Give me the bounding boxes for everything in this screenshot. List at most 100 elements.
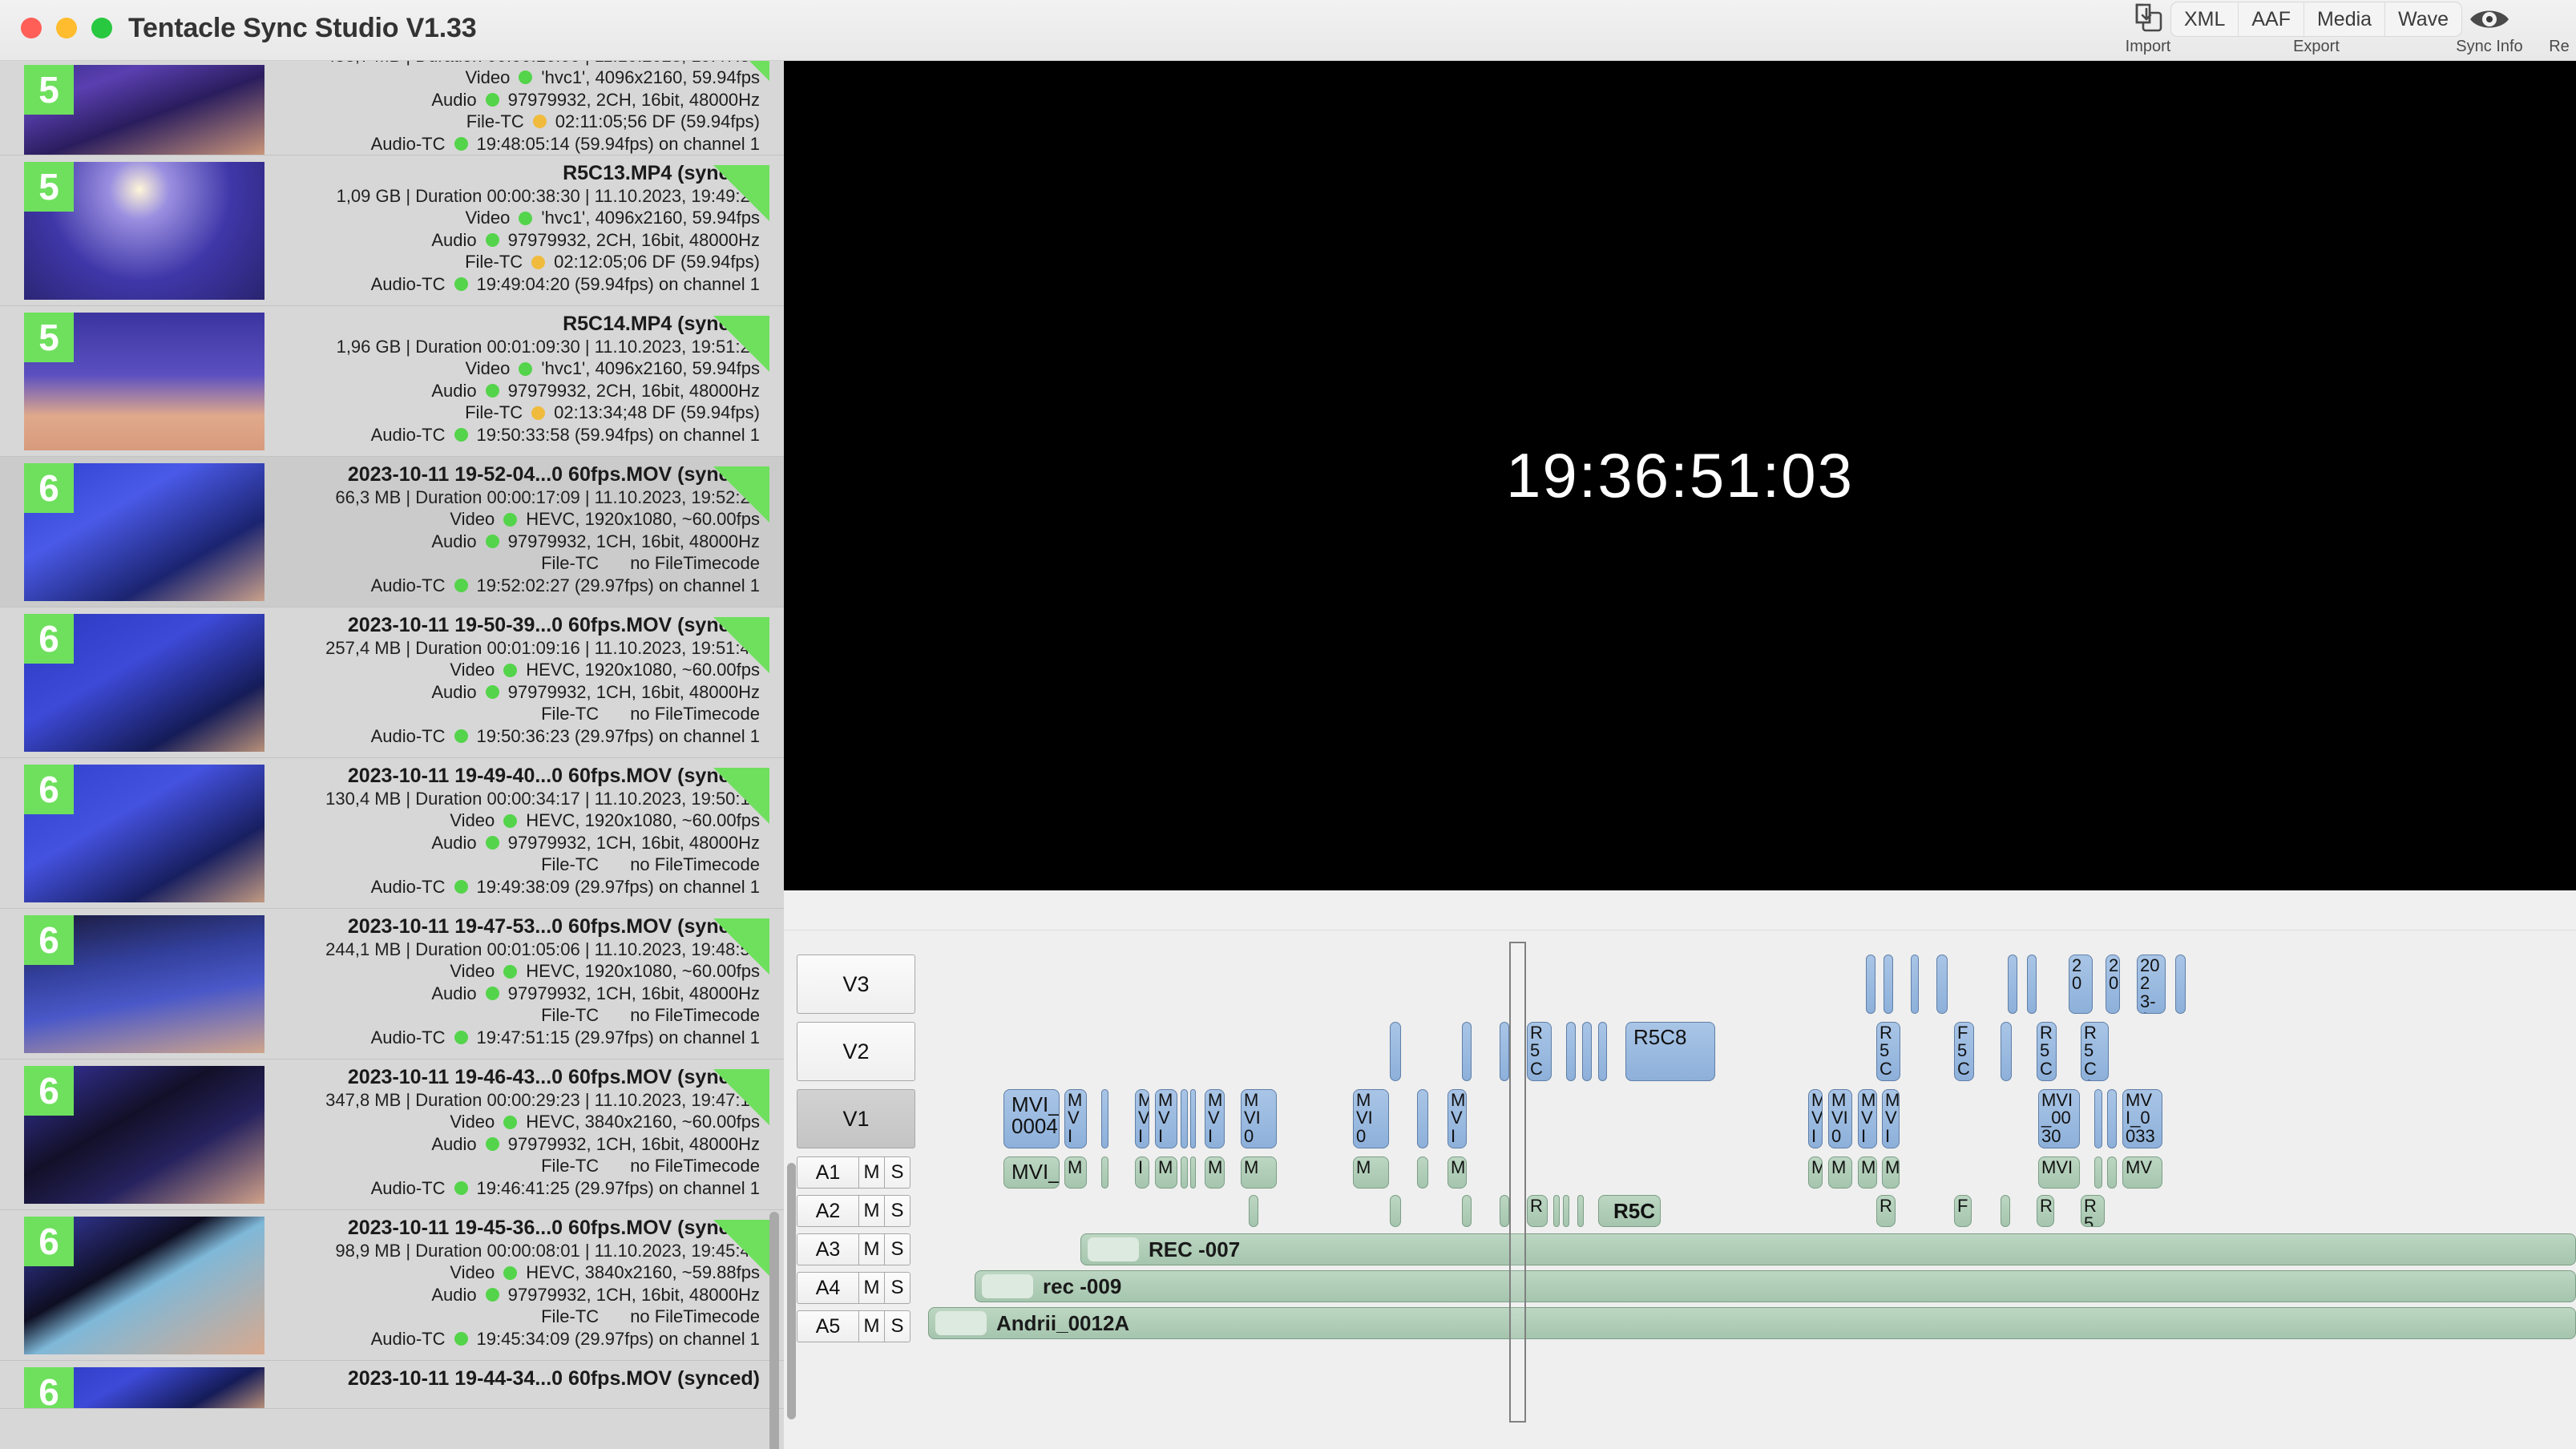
timeline-clip[interactable]: I (1135, 1156, 1149, 1189)
clip-list-item[interactable]: 5 R5C14.MP4 (synced) 1,96 GB | Duration 00… (0, 306, 784, 457)
timeline-clip[interactable]: M (1241, 1156, 1277, 1189)
timeline-clip[interactable]: R (1527, 1195, 1548, 1227)
export-format-segmented-control[interactable]: XML AAF Media Wave (2170, 2, 2463, 37)
timeline-clip[interactable] (1101, 1089, 1108, 1148)
timeline-clip[interactable]: R5C8 (1625, 1022, 1715, 1081)
timeline-clip[interactable] (1598, 1022, 1607, 1081)
clip-list-item[interactable]: 6 2023-10-11 19-47-53...0 60fps.MOV (sync… (0, 909, 784, 1060)
solo-button[interactable]: S (885, 1233, 910, 1265)
timeline[interactable]: V3V2V1 A1MSA2MSA3MSA4MSA5MS 202 0202 3-1… (784, 930, 2576, 1449)
timeline-clip[interactable] (1500, 1195, 1509, 1227)
timeline-clip[interactable]: MVI_ 0004 (1003, 1089, 1060, 1148)
timeline-clip[interactable]: R 5 C (1876, 1022, 1900, 1081)
timeline-clip[interactable] (2175, 955, 2186, 1014)
audio-track-name-button[interactable]: A1 (797, 1156, 859, 1189)
timeline-clip[interactable] (1563, 1195, 1569, 1227)
audio-track-name-button[interactable]: A4 (797, 1272, 859, 1304)
sync-info-button[interactable]: Sync Info (2437, 0, 2542, 61)
timeline-audio-strip[interactable]: rec -009 (975, 1270, 2576, 1302)
timeline-clip[interactable]: R5 (2081, 1195, 2105, 1227)
timeline-clip[interactable]: R 5 C (2037, 1022, 2057, 1081)
timeline-clip[interactable]: M V I (1808, 1089, 1823, 1148)
mute-button[interactable]: M (859, 1195, 885, 1227)
timeline-clip[interactable]: MV I_0 033 (2122, 1089, 2162, 1148)
solo-button[interactable]: S (885, 1195, 910, 1227)
timeline-clip[interactable]: M (1828, 1156, 1852, 1189)
video-track-header-v2[interactable]: V2 (797, 1022, 915, 1081)
timeline-clip[interactable] (1500, 1022, 1509, 1081)
timeline-clip[interactable] (1390, 1022, 1401, 1081)
solo-button[interactable]: S (885, 1272, 910, 1304)
clip-list-item[interactable]: 6 2023-10-11 19-52-04...0 60fps.MOV (sync… (0, 457, 784, 607)
playhead[interactable] (1509, 942, 1526, 1423)
window-controls[interactable] (21, 18, 112, 38)
timeline-clip[interactable] (1390, 1195, 1401, 1227)
timeline-clip[interactable] (1582, 1022, 1592, 1081)
timeline-clip[interactable]: M V I (1882, 1089, 1900, 1148)
timeline-clip[interactable] (1181, 1089, 1188, 1148)
mute-button[interactable]: M (859, 1156, 885, 1189)
audio-track-name-button[interactable]: A3 (797, 1233, 859, 1265)
timeline-clip[interactable]: M VI 0 (1241, 1089, 1277, 1148)
timeline-clip[interactable] (1462, 1195, 1472, 1227)
timeline-clip[interactable]: M V I (1205, 1089, 1225, 1148)
timeline-clip[interactable]: 2 0 (2106, 955, 2120, 1014)
timeline-clip[interactable]: M (1882, 1156, 1900, 1189)
timeline-clip[interactable] (1462, 1022, 1472, 1081)
timeline-clip[interactable] (2107, 1089, 2117, 1148)
timeline-clip[interactable]: M V I (1447, 1089, 1467, 1148)
timeline-clip[interactable]: M VI 0 (1353, 1089, 1389, 1148)
timeline-clip[interactable]: MVI (2038, 1156, 2080, 1189)
timeline-clip[interactable]: M (1447, 1156, 1467, 1189)
timeline-audio-strip[interactable]: Andrii_0012A (928, 1307, 2576, 1339)
clip-list-item[interactable]: 6 2023-10-11 19-49-40...0 60fps.MOV (sync… (0, 758, 784, 909)
timeline-clip[interactable]: 202 3-1 (2137, 955, 2166, 1014)
video-preview[interactable]: 19:36:51:03 (784, 61, 2576, 890)
timeline-clip[interactable]: R 5 C (1527, 1022, 1552, 1081)
timeline-clip[interactable]: M (1808, 1156, 1823, 1189)
close-window-button[interactable] (21, 18, 42, 38)
timeline-clip[interactable]: F 5 C (1954, 1022, 1974, 1081)
timeline-clip[interactable]: M V I (1858, 1089, 1877, 1148)
zoom-window-button[interactable] (91, 18, 112, 38)
export-xml-button[interactable]: XML (2171, 2, 2239, 36)
video-track-header-v1[interactable]: V1 (797, 1089, 915, 1148)
timeline-clip[interactable] (1101, 1156, 1108, 1189)
timeline-clip[interactable]: 20 (2069, 955, 2093, 1014)
timeline-clip[interactable]: M V I (1155, 1089, 1177, 1148)
timeline-clip[interactable] (2094, 1089, 2102, 1148)
video-track-header-v3[interactable]: V3 (797, 955, 915, 1014)
export-aaf-button[interactable]: AAF (2239, 2, 2304, 36)
timeline-clip-area[interactable]: 20 2 0 202 3-1 R 5 C R5C8 R 5 C F 5 C R 5 C R5 C… (920, 930, 2576, 1449)
timeline-clip[interactable]: M VI 0 (1828, 1089, 1852, 1148)
timeline-clip[interactable] (1566, 1022, 1576, 1081)
timeline-clip[interactable]: M (1064, 1156, 1087, 1189)
clip-list-item[interactable]: 6 2023-10-11 19-44-34...0 60fps.MOV (sync… (0, 1361, 784, 1409)
timeline-clip[interactable]: M (1858, 1156, 1877, 1189)
timeline-clip[interactable]: F (1954, 1195, 1972, 1227)
timeline-clip[interactable]: R5 C1 4 (2081, 1022, 2109, 1081)
timeline-clip[interactable] (1181, 1156, 1188, 1189)
clip-list-item[interactable]: 6 2023-10-11 19-45-36...0 60fps.MOV (sync… (0, 1210, 784, 1361)
mute-button[interactable]: M (859, 1310, 885, 1342)
timeline-clip[interactable] (2094, 1156, 2102, 1189)
clip-list-scrollbar[interactable] (769, 1212, 779, 1449)
timeline-vertical-scrollbar[interactable] (787, 1163, 796, 1419)
timeline-clip[interactable] (2107, 1156, 2117, 1189)
timeline-clip[interactable] (2001, 1022, 2012, 1081)
solo-button[interactable]: S (885, 1156, 910, 1189)
timeline-clip[interactable] (1190, 1089, 1196, 1148)
timeline-clip[interactable] (2027, 955, 2037, 1014)
timeline-clip[interactable]: M (1205, 1156, 1225, 1189)
timeline-clip[interactable]: MV (2122, 1156, 2162, 1189)
cutoff-toolbar-item[interactable]: Re (2542, 0, 2576, 61)
timeline-clip[interactable] (1417, 1089, 1428, 1148)
timeline-clip[interactable]: MVI_ (1003, 1156, 1060, 1189)
timeline-clip[interactable]: R5C (1598, 1195, 1661, 1227)
clip-list-item[interactable]: 6 2023-10-11 19-46-43...0 60fps.MOV (sync… (0, 1060, 784, 1210)
timeline-clip[interactable] (1190, 1156, 1196, 1189)
timeline-clip[interactable]: M V I (1135, 1089, 1149, 1148)
timeline-clip[interactable]: R (2037, 1195, 2054, 1227)
audio-track-name-button[interactable]: A2 (797, 1195, 859, 1227)
timeline-clip[interactable] (1866, 955, 1875, 1014)
